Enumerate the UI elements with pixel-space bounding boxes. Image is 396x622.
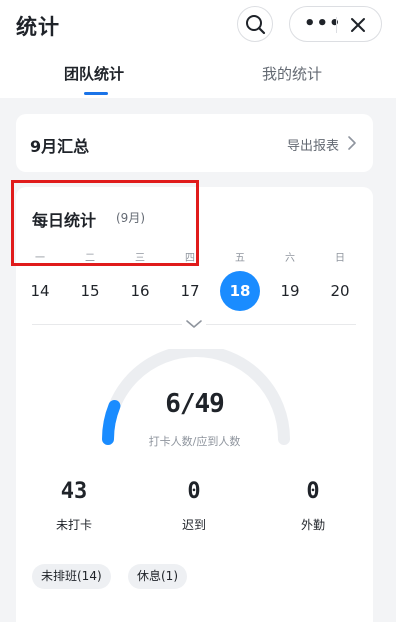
date-item[interactable]: 19 xyxy=(270,271,310,311)
date-item-selected[interactable]: 18 xyxy=(220,271,260,311)
tab-my-stats[interactable]: 我的统计 xyxy=(262,63,322,84)
highlight-annotation xyxy=(11,180,199,266)
summary-title: 9月汇总 xyxy=(30,137,90,156)
date-item[interactable]: 17 xyxy=(170,271,210,311)
close-icon[interactable] xyxy=(348,15,368,35)
date-item[interactable]: 15 xyxy=(70,271,110,311)
attendance-ratio-label: 打卡人数/应到人数 xyxy=(148,435,241,448)
search-icon xyxy=(246,15,266,35)
stat-field-work-value[interactable]: 0 xyxy=(268,479,358,504)
tab-team-stats[interactable]: 团队统计 xyxy=(64,63,124,84)
divider xyxy=(32,324,182,325)
monthly-summary-card[interactable]: 9月汇总 导出报表 xyxy=(16,114,373,172)
date-item[interactable]: 20 xyxy=(320,271,360,311)
divider xyxy=(206,324,356,325)
capsule-divider xyxy=(336,17,337,33)
date-item[interactable]: 16 xyxy=(120,271,160,311)
chip-unscheduled[interactable]: 未排班(14) xyxy=(32,564,111,589)
weekday-label: 日 xyxy=(335,253,345,264)
weekday-label: 五 xyxy=(235,253,245,264)
stat-field-work-label: 外勤 xyxy=(300,518,325,532)
chevron-down-icon[interactable] xyxy=(184,318,204,330)
stat-not-clocked-label: 未打卡 xyxy=(55,518,92,532)
attendance-ratio: 6/49 xyxy=(165,389,225,419)
page-title: 统计 xyxy=(16,15,60,39)
chip-rest[interactable]: 休息(1) xyxy=(128,564,187,589)
stat-late-label: 迟到 xyxy=(181,518,206,532)
chevron-right-icon[interactable] xyxy=(347,135,357,151)
date-strip: 14 15 16 17 18 19 20 xyxy=(16,271,373,311)
mini-app-capsule: ••• xyxy=(289,6,382,42)
stat-late-value[interactable]: 0 xyxy=(149,479,239,504)
weekday-label: 六 xyxy=(285,253,295,264)
stat-not-clocked-value[interactable]: 43 xyxy=(29,479,119,504)
active-tab-indicator xyxy=(84,92,108,95)
date-item[interactable]: 14 xyxy=(20,271,60,311)
top-bar: 统计 ••• 团队统计 我的统计 xyxy=(0,0,396,98)
export-report-link[interactable]: 导出报表 xyxy=(287,135,339,154)
search-button[interactable] xyxy=(237,6,273,42)
